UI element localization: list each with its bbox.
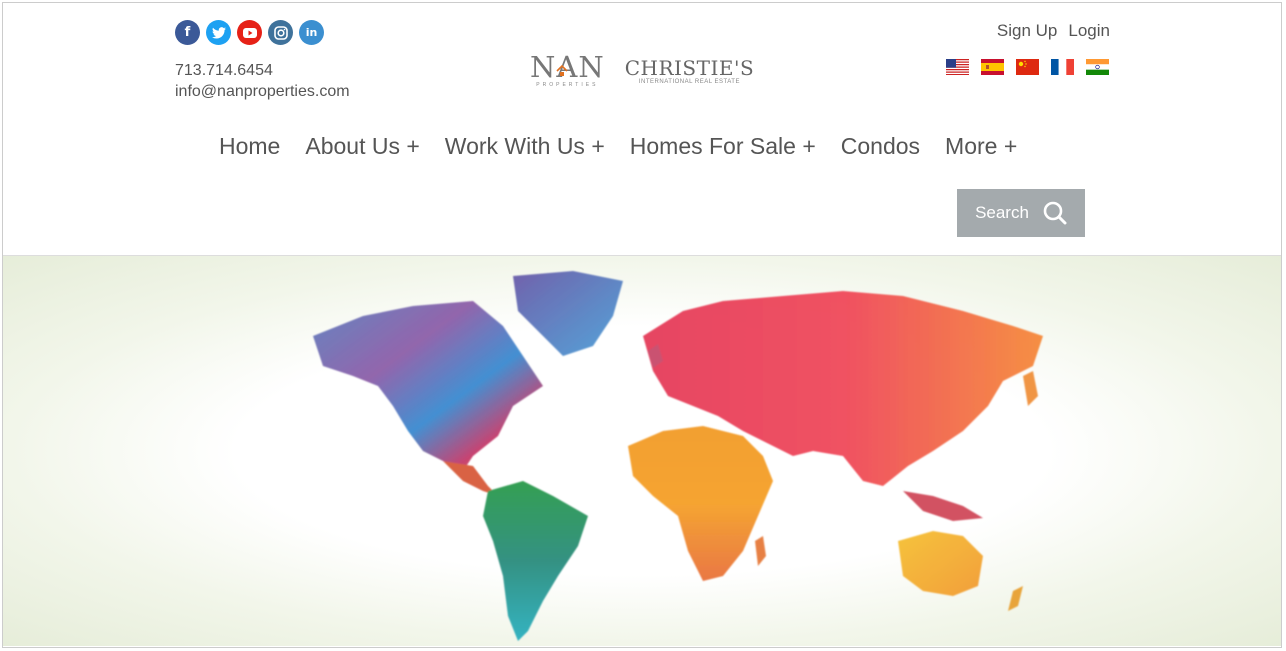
nav-about-us[interactable]: About Us + — [305, 133, 419, 160]
facebook-icon[interactable]: f — [175, 20, 200, 45]
language-flags — [946, 59, 1109, 75]
us-flag-icon[interactable] — [946, 59, 969, 75]
social-links: f in — [175, 20, 324, 45]
nav-homes-for-sale[interactable]: Homes For Sale + — [630, 133, 816, 160]
christies-logo-text: CHRISTIE'S — [624, 56, 755, 80]
nav-condos[interactable]: Condos — [841, 133, 920, 160]
nan-logo-subtext: PROPERTIES — [536, 82, 599, 88]
login-link[interactable]: Login — [1068, 21, 1110, 41]
main-nav: Home About Us + Work With Us + Homes For… — [219, 133, 1042, 160]
search-button[interactable]: Search — [957, 189, 1085, 237]
christies-logo[interactable]: CHRISTIE'S INTERNATIONAL REAL ESTATE — [625, 57, 754, 85]
china-flag-icon[interactable] — [1016, 59, 1039, 75]
instagram-icon[interactable] — [268, 20, 293, 45]
brand-logos[interactable]: NAN PROPERTIES CHRISTIE'S INTERNATIONAL … — [530, 52, 754, 88]
india-flag-icon[interactable] — [1086, 59, 1109, 75]
linkedin-icon[interactable]: in — [299, 20, 324, 45]
twitter-icon[interactable] — [206, 20, 231, 45]
signup-link[interactable]: Sign Up — [997, 21, 1057, 41]
email-address[interactable]: info@nanproperties.com — [175, 81, 350, 102]
nav-work-with-us[interactable]: Work With Us + — [445, 133, 605, 160]
youtube-icon[interactable] — [237, 20, 262, 45]
contact-info: 713.714.6454 info@nanproperties.com — [175, 60, 350, 102]
auth-links: Sign Up Login — [997, 21, 1110, 41]
watercolor-world-map-image — [313, 271, 1043, 641]
nan-properties-logo[interactable]: NAN PROPERTIES — [530, 52, 605, 88]
france-flag-icon[interactable] — [1051, 59, 1074, 75]
nav-home[interactable]: Home — [219, 133, 280, 160]
search-icon — [1043, 201, 1067, 225]
search-button-label: Search — [975, 203, 1029, 222]
phone-number[interactable]: 713.714.6454 — [175, 60, 350, 81]
nav-more[interactable]: More + — [945, 133, 1017, 160]
christies-logo-subtext: INTERNATIONAL REAL ESTATE — [638, 79, 740, 85]
hero-world-map — [3, 256, 1281, 646]
spain-flag-icon[interactable] — [981, 59, 1004, 75]
house-icon — [556, 65, 568, 76]
